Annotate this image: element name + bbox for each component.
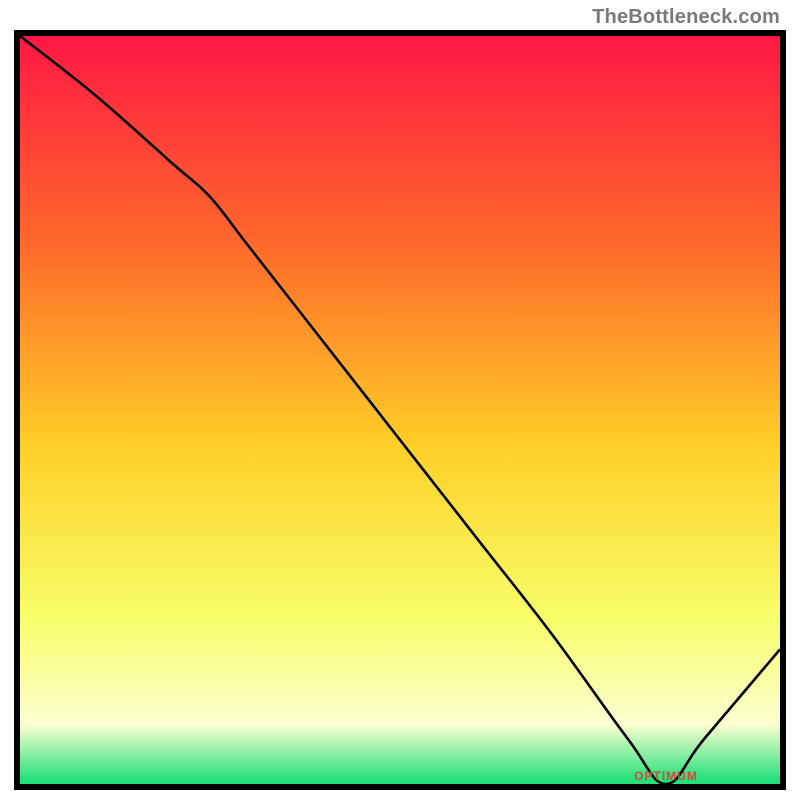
chart-background bbox=[20, 36, 780, 784]
optimum-annotation: OPTIMUM bbox=[634, 769, 698, 783]
attribution-text: TheBottleneck.com bbox=[592, 6, 780, 29]
chart-svg: OPTIMUM bbox=[14, 30, 786, 790]
